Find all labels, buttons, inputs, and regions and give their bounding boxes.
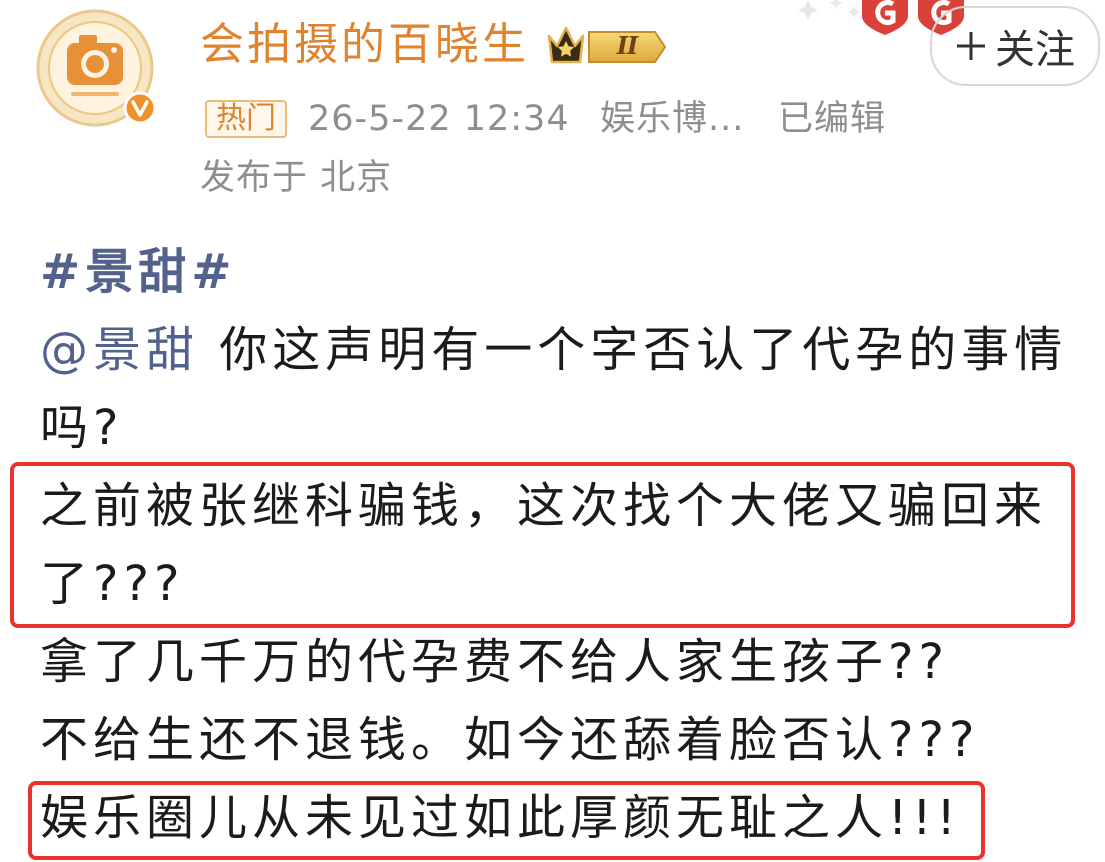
body-line: 了???	[40, 556, 185, 612]
level-badge[interactable]: II	[545, 22, 667, 70]
post-body: #景甜# @景甜 你这声明有一个字否认了代孕的事情 吗? 之前被张继科骗钱，这次…	[40, 233, 1095, 859]
body-line: 吗?	[40, 400, 124, 456]
username[interactable]: 会拍摄的百晓生	[200, 16, 529, 74]
body-line: 不给生还不退钱。如今还舔着脸否认???	[40, 712, 980, 768]
weibo-post: 会拍摄的百晓生 II 关注 热门 26-5-22 12:34 娱乐博... 已编…	[0, 0, 1105, 862]
edited-label[interactable]: 已编辑	[778, 99, 886, 139]
body-line: @景甜 你这声明有一个字否认了代孕的事情	[40, 311, 1095, 389]
level-label: II	[616, 31, 638, 60]
body-line: 之前被张继科骗钱，这次找个大佬又骗回来	[40, 478, 1048, 534]
mention-link[interactable]: @景甜	[40, 322, 199, 378]
body-line: 拿了几千万的代孕费不给人家生孩子??	[40, 634, 949, 690]
plus-icon	[955, 30, 987, 62]
sparkle-icon	[796, 0, 866, 30]
body-line: 娱乐圈儿从未见过如此厚颜无耻之人!!!	[40, 790, 961, 846]
post-source[interactable]: 娱乐博...	[600, 99, 744, 139]
follow-label: 关注	[995, 27, 1075, 73]
post-location: 发布于 北京	[200, 158, 393, 198]
body-text: 你这声明有一个字否认了代孕的事情	[219, 322, 1068, 378]
body-line: #景甜#	[40, 233, 1095, 311]
post-timestamp: 26-5-22 12:34	[308, 99, 570, 139]
verified-icon	[123, 91, 157, 125]
hot-tag[interactable]: 热门	[205, 100, 287, 138]
hashtag-link[interactable]: #景甜#	[40, 244, 236, 300]
follow-button[interactable]: 关注	[930, 6, 1100, 86]
